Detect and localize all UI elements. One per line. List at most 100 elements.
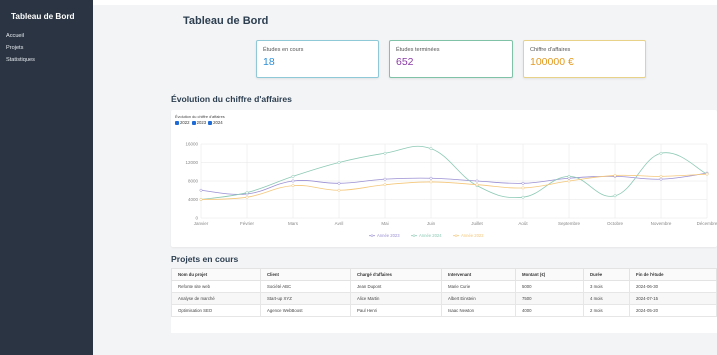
table-cell: Isaac Newton (441, 304, 516, 317)
revenue-line-chart: 0 4000 8000 12000 16000 Janvier Février Mars Avr… (185, 142, 717, 239)
data-point (705, 172, 709, 176)
table-cell: 2 mois (583, 304, 630, 317)
data-point (659, 177, 663, 181)
x-tick-label: Mai (381, 221, 388, 226)
stat-card-terminees: Études terminées 652 (389, 40, 513, 78)
stat-value: 652 (396, 56, 414, 68)
data-point (521, 186, 525, 190)
data-point (567, 174, 571, 178)
y-tick-label: 8000 (188, 179, 199, 184)
data-point (567, 179, 571, 183)
projects-table-card: Nom du projet Client Chargé d'affaires I… (171, 268, 717, 333)
data-point (521, 181, 525, 185)
toggle-2024[interactable]: 2024 (208, 120, 223, 125)
table-cell: Société ABC (260, 280, 351, 293)
column-header: Durée (583, 268, 630, 281)
data-point (659, 174, 663, 178)
series-line (200, 145, 708, 200)
data-point (337, 181, 341, 185)
data-point (337, 161, 341, 164)
table-cell: 4 mois (583, 292, 630, 305)
data-point (383, 151, 387, 155)
y-tick-label: 12000 (185, 160, 198, 165)
sidebar: Tableau de Bord Accueil Projets Statisti… (0, 0, 93, 355)
table-cell: 5000 (515, 280, 584, 293)
x-tick-label: Avril (335, 221, 344, 226)
table-cell: Refonte site web (171, 280, 261, 293)
checkbox-icon (191, 120, 196, 125)
toggle-2023[interactable]: 2023 (191, 120, 206, 125)
table-cell: Analyse de marché (171, 292, 261, 305)
table-cell: 4000 (515, 304, 584, 317)
projects-table: Nom du projet Client Chargé d'affaires I… (171, 268, 717, 317)
chart-caption: Évolution du chiffre d'affaires (175, 114, 225, 119)
data-point (383, 177, 387, 181)
x-tick-label: Décembre (697, 221, 717, 226)
sidebar-item-statistiques[interactable]: Statistiques (0, 54, 93, 66)
x-tick-label: Août (518, 221, 528, 226)
legend-label: Année 2022 (461, 233, 484, 238)
sidebar-item-accueil[interactable]: Accueil (0, 30, 93, 42)
data-point (521, 195, 525, 199)
data-point (429, 180, 433, 184)
x-tick-label: Juillet (471, 221, 483, 226)
data-point (245, 191, 249, 195)
y-tick-label: 0 (195, 216, 198, 221)
checkbox-icon (208, 120, 213, 125)
stat-value: 100000 € (530, 56, 574, 68)
checkbox-icon (175, 120, 179, 125)
x-tick-label: Septembre (558, 221, 581, 226)
sidebar-title: Tableau de Bord (11, 12, 75, 21)
stat-card-en-cours: Études en cours 18 (256, 40, 379, 78)
stat-label: Chiffre d'affaires (530, 47, 571, 53)
x-tick-label: Juin (427, 221, 436, 226)
table-cell: 7500 (515, 292, 584, 305)
stat-label: Études terminées (396, 47, 440, 53)
app-root: Tableau de Bord Accueil Projets Statisti… (0, 0, 717, 355)
data-point (613, 194, 617, 198)
x-tick-label: Novembre (651, 221, 672, 226)
data-point (383, 183, 387, 187)
column-header: Chargé d'affaires (350, 268, 442, 281)
stat-label: Études en cours (263, 47, 304, 53)
table-cell: 2024-05-20 (629, 304, 717, 317)
projects-section-title: Projets en cours (171, 254, 239, 264)
x-tick-label: Octobre (607, 221, 624, 226)
y-tick-label: 16000 (185, 142, 198, 147)
chart-section-title: Évolution du chiffre d'affaires (171, 94, 292, 104)
table-cell: Paul Henri (350, 304, 442, 317)
table-cell: Agence WebBoost (260, 304, 351, 317)
column-header: Intervenant (441, 268, 516, 281)
x-tick-label: Février (240, 221, 255, 226)
table-cell: 2024-06-30 (629, 280, 717, 293)
table-row[interactable]: Analyse de marché Start-up XYZ Alice Mar… (171, 292, 717, 305)
legend-marker (370, 234, 374, 237)
table-cell: Alice Martin (350, 292, 442, 305)
table-row[interactable]: Optimisation SEO Agence WebBoost Paul He… (171, 304, 717, 317)
column-header: Montant (€) (515, 268, 584, 281)
data-point (659, 151, 663, 155)
legend-marker (454, 234, 458, 237)
data-point (475, 179, 479, 183)
toggle-2022[interactable]: 2022 (175, 120, 190, 125)
page-title: Tableau de Bord (183, 15, 269, 27)
legend-label: Année 2024 (419, 233, 442, 238)
table-cell: 3 mois (583, 280, 630, 293)
data-point (337, 188, 341, 192)
table-cell: Jean Dupont (350, 280, 442, 293)
table-cell: Optimisation SEO (171, 304, 261, 317)
stat-value: 18 (263, 56, 275, 68)
stat-card-chiffre-affaires: Chiffre d'affaires 100000 € (523, 40, 646, 78)
data-point (199, 198, 203, 201)
x-tick-label: Mars (288, 221, 299, 226)
legend-label: Année 2023 (377, 233, 400, 238)
table-cell: 2024-07-15 (629, 292, 717, 305)
table-row[interactable]: Refonte site web Société ABC Jean Dupont… (171, 280, 717, 293)
table-cell: Marie Curie (441, 280, 516, 293)
legend-marker (412, 234, 416, 237)
data-point (291, 184, 295, 188)
toggle-label: 2022 (180, 120, 190, 125)
toggle-label: 2024 (213, 120, 223, 125)
sidebar-item-projets[interactable]: Projets (0, 42, 93, 54)
data-point (199, 188, 203, 192)
